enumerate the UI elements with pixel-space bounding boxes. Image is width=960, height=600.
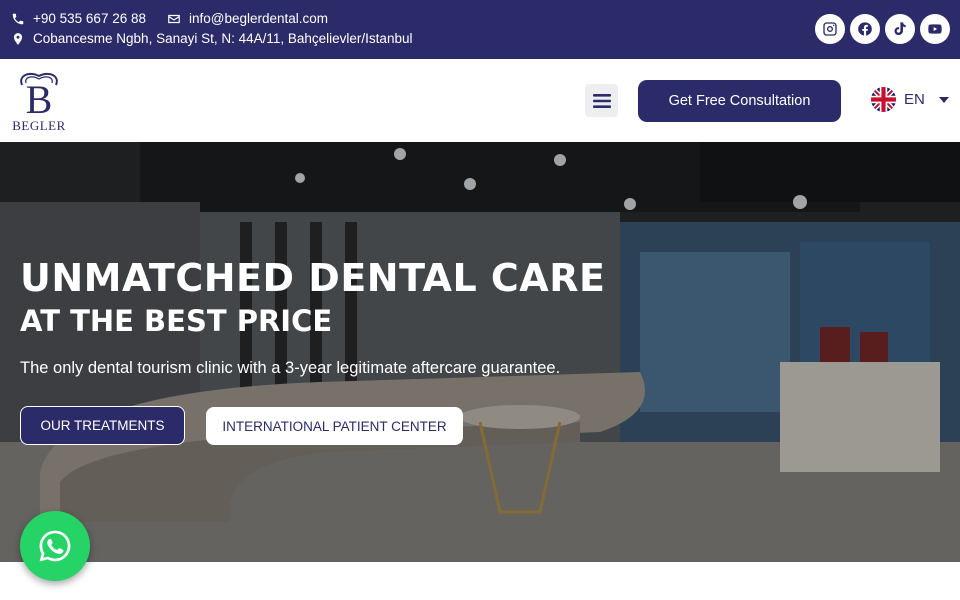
whatsapp-chat-button[interactable] (20, 511, 90, 581)
instagram-icon[interactable] (815, 14, 845, 44)
hamburger-icon (592, 93, 611, 108)
get-consultation-button[interactable]: Get Free Consultation (638, 80, 841, 122)
logo[interactable]: B BEGLER (10, 69, 68, 133)
our-treatments-button[interactable]: OUR TREATMENTS (20, 406, 185, 445)
whatsapp-icon (39, 530, 71, 562)
youtube-icon[interactable] (920, 14, 950, 44)
hero-title: UNMATCHED DENTAL CARE (20, 256, 606, 300)
tiktok-icon[interactable] (885, 14, 915, 44)
email-link[interactable]: info@beglerdental.com (167, 11, 328, 26)
email-text: info@beglerdental.com (189, 11, 329, 26)
top-bar: +90 535 667 26 88 info@beglerdental.com … (0, 0, 960, 59)
social-links (815, 14, 950, 44)
hero-section: UNMATCHED DENTAL CARE AT THE BEST PRICE … (0, 142, 960, 562)
svg-text:B: B (26, 77, 53, 119)
uk-flag-icon (871, 87, 896, 112)
site-header: B BEGLER Get Free Consultation EN (0, 59, 960, 142)
phone-icon (11, 12, 25, 26)
international-patient-center-button[interactable]: INTERNATIONAL PATIENT CENTER (206, 407, 463, 445)
phone-link[interactable]: +90 535 667 26 88 (11, 11, 146, 26)
envelope-icon (167, 12, 181, 26)
hero-subtitle: The only dental tourism clinic with a 3-… (20, 359, 561, 377)
logo-text: BEGLER (12, 118, 66, 133)
facebook-icon[interactable] (850, 14, 880, 44)
language-label: EN (904, 91, 925, 108)
map-pin-icon (11, 32, 25, 46)
address-text: Cobancesme Ngbh, Sanayi St, N: 44A/11, B… (33, 31, 413, 46)
caret-down-icon (938, 96, 949, 103)
address-link[interactable]: Cobancesme Ngbh, Sanayi St, N: 44A/11, B… (11, 31, 412, 46)
hero-overlay (0, 142, 960, 562)
tooth-logo-icon: B (20, 72, 58, 122)
phone-text: +90 535 667 26 88 (33, 11, 146, 26)
language-selector[interactable]: EN (871, 87, 949, 112)
menu-toggle-button[interactable] (585, 84, 618, 117)
hero-title-line2: AT THE BEST PRICE (20, 304, 333, 338)
